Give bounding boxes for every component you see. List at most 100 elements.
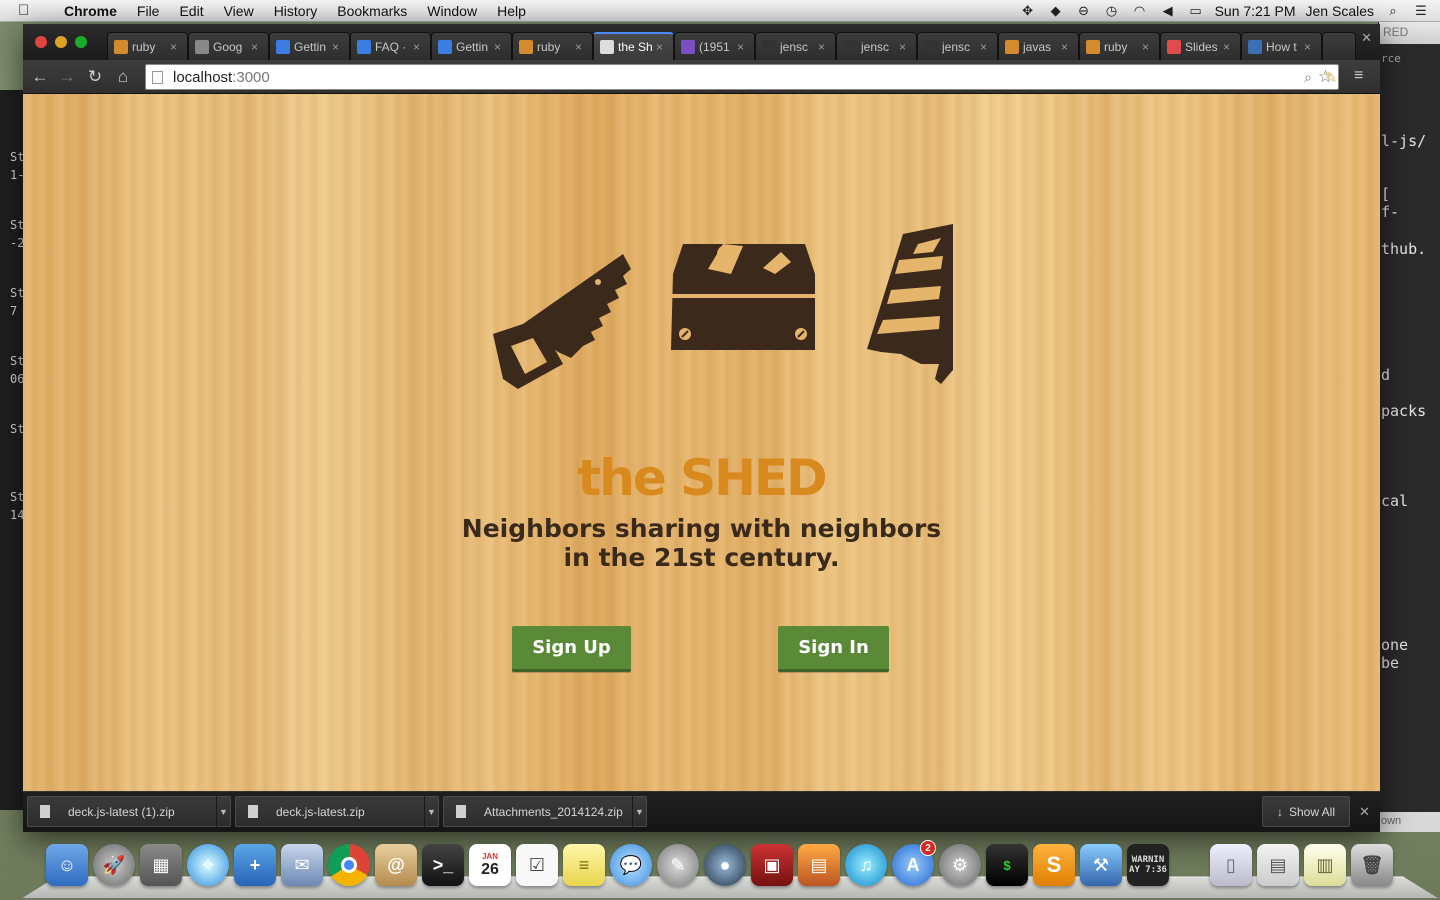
safari-icon[interactable]: ✧ [187,844,229,886]
launchpad-icon[interactable]: 🚀 [93,844,135,886]
reload-icon[interactable]: ↻ [84,66,106,88]
browser-tab[interactable]: FAQ · × [350,32,431,60]
download-item[interactable]: Attachments_2014124.zip ▼ [443,796,647,827]
sign-up-button[interactable]: Sign Up [512,626,631,672]
sign-in-button[interactable]: Sign In [778,626,889,672]
extension-icon[interactable]: ✎ [1324,68,1342,87]
iphoto-icon[interactable]: ▤ [798,844,840,886]
browser-tab[interactable]: ruby × [1079,32,1160,60]
terminal-icon[interactable]: >_ [422,844,464,886]
forward-arrow-icon[interactable]: → [56,66,78,88]
volume-icon[interactable]: ◀ [1159,3,1177,19]
window-zoom-button[interactable] [75,36,87,48]
chevron-down-icon[interactable]: ▼ [216,796,230,827]
mission-control-icon[interactable]: ▦ [140,844,182,886]
address-bar[interactable]: localhost:3000 ⌕ ☆ [145,64,1339,90]
sublime-text-icon[interactable]: S [1033,844,1075,886]
notification-center-icon[interactable]: ☰ [1412,3,1430,19]
wifi-icon[interactable]: ◠ [1131,3,1149,19]
tab-close-icon[interactable]: × [170,40,182,54]
tab-close-icon[interactable]: × [656,40,668,54]
tab-close-icon[interactable]: × [1223,40,1235,54]
trash-icon[interactable]: 🗑 [1351,844,1393,886]
files-stack-icon[interactable]: ▥ [1304,844,1346,886]
messages-icon[interactable]: 💬 [610,844,652,886]
back-arrow-icon[interactable]: ← [29,66,51,88]
contacts-icon[interactable]: @ [375,844,417,886]
chevron-down-icon[interactable]: ▼ [424,796,438,827]
tab-close-icon[interactable]: × [1061,40,1073,54]
close-icon[interactable]: ✕ [1359,804,1370,820]
browser-tab[interactable]: (1951 × [674,32,755,60]
console-terminal-icon[interactable]: $ [986,844,1028,886]
menu-user[interactable]: Jen Scales [1306,3,1374,19]
tab-close-icon[interactable]: × [575,40,587,54]
menu-edit[interactable]: Edit [169,3,213,19]
tab-close-icon[interactable]: × [1142,40,1154,54]
mail-icon[interactable]: ✉ [281,844,323,886]
notes-icon[interactable]: ≡ [563,844,605,886]
browser-tab[interactable]: ruby × [107,32,188,60]
reminders-icon[interactable]: ☑ [516,844,558,886]
browser-tab[interactable]: the Sh × [593,32,674,60]
finder-icon[interactable]: ☺ [46,844,88,886]
apple-menu-icon[interactable]:  [18,2,40,19]
console-app-icon[interactable]: WARNIN AY 7:36 [1127,844,1169,886]
app-store-icon[interactable]: A2 [892,840,936,886]
downloads-stack-icon[interactable]: ▤ [1257,844,1299,886]
xcode-icon[interactable]: ⚒ [1080,844,1122,886]
tab-close-icon[interactable]: × [494,40,506,54]
photo-booth-icon[interactable]: ▣ [751,844,793,886]
show-all-downloads-button[interactable]: ↓ Show All [1262,796,1350,827]
browser-tab[interactable]: How t × [1241,32,1322,60]
do-not-disturb-icon[interactable]: ⊖ [1075,3,1093,19]
browser-tab[interactable]: Goog × [188,32,269,60]
browser-tab[interactable]: javas × [998,32,1079,60]
facetime-icon[interactable]: ● [704,844,746,886]
browser-tab[interactable]: Gettin × [269,32,350,60]
menu-clock[interactable]: Sun 7:21 PM [1215,3,1296,19]
download-item[interactable]: deck.js-latest (1).zip ▼ [27,796,231,827]
itunes-icon[interactable]: ♫ [845,844,887,886]
dashboard-icon[interactable]: + [234,844,276,886]
browser-tab[interactable]: jensc × [917,32,998,60]
menu-view[interactable]: View [214,3,264,19]
documents-stack-icon[interactable]: ▯ [1210,844,1252,886]
browser-tab[interactable]: jensc × [836,32,917,60]
tab-close-icon[interactable]: × [251,40,263,54]
search-icon[interactable]: ⌕ [1304,69,1312,86]
menu-app-name[interactable]: Chrome [54,3,127,19]
calendar-icon[interactable]: JAN 26 [469,844,511,886]
tab-close-icon[interactable]: × [737,40,749,54]
browser-tab[interactable]: jensc × [755,32,836,60]
tab-close-icon[interactable]: × [332,40,344,54]
chrome-menu-icon[interactable]: ≡ [1354,67,1372,85]
new-tab-button[interactable] [1322,32,1356,60]
close-icon[interactable]: ✕ [1361,30,1372,46]
evernote-icon[interactable]: ◆ [1047,3,1065,19]
chevron-down-icon[interactable]: ▼ [632,796,646,827]
menu-file[interactable]: File [127,3,170,19]
window-minimize-button[interactable] [55,36,67,48]
browser-tab[interactable]: Slides × [1160,32,1241,60]
menu-window[interactable]: Window [417,3,487,19]
preview-icon[interactable]: ✎ [657,844,699,886]
home-icon[interactable]: ⌂ [112,66,134,88]
window-close-button[interactable] [35,36,47,48]
tab-close-icon[interactable]: × [980,40,992,54]
menu-bookmarks[interactable]: Bookmarks [327,3,417,19]
tab-close-icon[interactable]: × [818,40,830,54]
browser-tab[interactable]: Gettin × [431,32,512,60]
tab-close-icon[interactable]: × [899,40,911,54]
spotlight-icon[interactable]: ⌕ [1384,3,1402,19]
system-preferences-icon[interactable]: ⚙ [939,844,981,886]
chrome-icon[interactable] [328,844,370,886]
battery-icon[interactable]: ▭ [1187,3,1205,19]
menu-history[interactable]: History [264,3,328,19]
tab-close-icon[interactable]: × [413,40,425,54]
move-icon[interactable]: ✥ [1019,3,1037,19]
browser-tab[interactable]: ruby × [512,32,593,60]
tab-close-icon[interactable]: × [1304,40,1316,54]
download-item[interactable]: deck.js-latest.zip ▼ [235,796,439,827]
time-machine-icon[interactable]: ◷ [1103,3,1121,19]
